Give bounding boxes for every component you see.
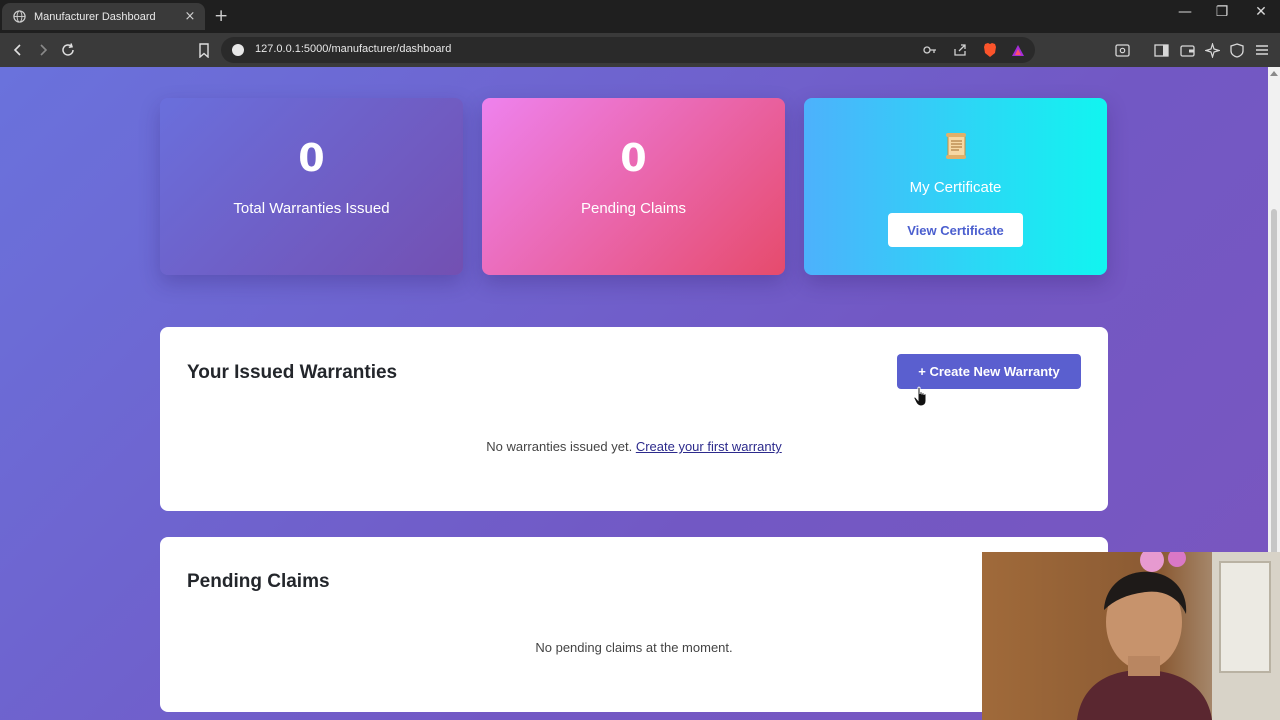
globe-icon — [13, 10, 26, 23]
minimize-icon[interactable]: — — [1170, 4, 1200, 20]
pending-claims-panel: Pending Claims No pending claims at the … — [160, 537, 1108, 712]
url-text: 127.0.0.1:5000/manufacturer/dashboard — [255, 43, 452, 55]
create-first-warranty-link[interactable]: Create your first warranty — [636, 439, 782, 454]
menu-icon[interactable] — [1250, 38, 1274, 62]
warranties-empty-message: No warranties issued yet. Create your fi… — [160, 439, 1108, 454]
sidebar-icon[interactable] — [1149, 38, 1173, 62]
view-certificate-button[interactable]: View Certificate — [888, 213, 1023, 247]
webcam-overlay — [982, 552, 1280, 720]
brave-shield-icon[interactable] — [981, 41, 999, 59]
vpn-shield-icon[interactable] — [1225, 38, 1249, 62]
certificate-label: My Certificate — [909, 179, 1002, 196]
close-window-icon[interactable]: ✕ — [1246, 4, 1276, 20]
wallet-icon[interactable] — [1175, 38, 1199, 62]
tab-bar: Manufacturer Dashboard × + — ❐ ✕ — [0, 0, 1280, 33]
scroll-icon — [946, 133, 966, 159]
bookmark-icon[interactable] — [192, 38, 216, 62]
pending-claims-card: 0 Pending Claims — [482, 98, 785, 275]
close-tab-icon[interactable]: × — [180, 9, 200, 24]
issued-warranties-panel: Your Issued Warranties + Create New Warr… — [160, 327, 1108, 511]
reload-icon[interactable] — [56, 38, 80, 62]
total-warranties-label: Total Warranties Issued — [233, 200, 390, 217]
total-warranties-card: 0 Total Warranties Issued — [160, 98, 463, 275]
share-icon[interactable] — [951, 41, 969, 59]
brave-rewards-icon[interactable] — [1009, 41, 1027, 59]
presenter-video — [982, 552, 1280, 720]
claims-empty-message: No pending claims at the moment. — [535, 640, 733, 655]
browser-toolbar: 127.0.0.1:5000/manufacturer/dashboard — [0, 33, 1280, 67]
warranties-empty-text: No warranties issued yet. — [486, 439, 633, 454]
scroll-up-icon[interactable] — [1270, 71, 1278, 76]
restore-icon[interactable]: ❐ — [1207, 4, 1237, 20]
key-icon[interactable] — [921, 41, 939, 59]
total-warranties-value: 0 — [298, 136, 325, 180]
pending-claims-title: Pending Claims — [187, 571, 330, 592]
screenshot-icon[interactable] — [1110, 38, 1134, 62]
create-warranty-button[interactable]: + Create New Warranty — [897, 354, 1081, 389]
address-bar[interactable]: 127.0.0.1:5000/manufacturer/dashboard — [221, 37, 1035, 63]
leo-ai-icon[interactable] — [1200, 38, 1224, 62]
forward-icon[interactable] — [31, 38, 55, 62]
tab-title: Manufacturer Dashboard — [34, 10, 156, 23]
back-icon[interactable] — [6, 38, 30, 62]
browser-tab[interactable]: Manufacturer Dashboard × — [2, 3, 205, 30]
site-info-icon[interactable] — [232, 44, 244, 56]
pending-claims-value: 0 — [620, 136, 647, 180]
new-tab-button[interactable]: + — [214, 6, 228, 26]
certificate-card: My Certificate View Certificate — [804, 98, 1107, 275]
issued-warranties-title: Your Issued Warranties — [187, 362, 398, 383]
hand-cursor-icon — [913, 386, 927, 407]
pending-claims-label: Pending Claims — [580, 200, 687, 217]
